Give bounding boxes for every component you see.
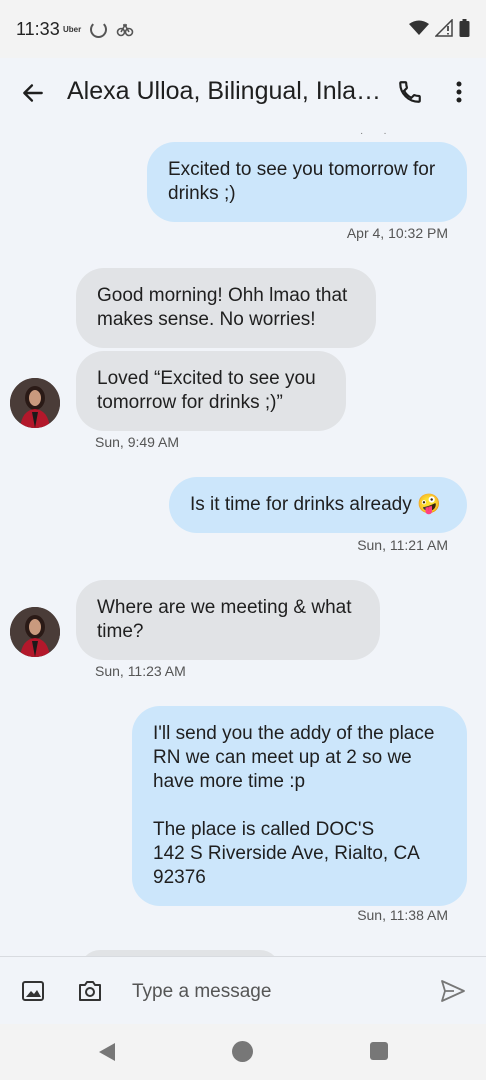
camera-icon[interactable] (77, 979, 103, 1003)
gallery-icon[interactable] (21, 979, 45, 1003)
status-bar: 11:33 Uber (0, 0, 486, 58)
uber-notification-icon: Uber (63, 25, 82, 34)
status-icons (409, 19, 470, 37)
conversation-header: Alexa Ulloa, Bilingual, Inla… (0, 58, 486, 128)
message-bubble-incoming[interactable]: Good morning! Ohh lmao that makes sense.… (76, 268, 376, 348)
contact-avatar[interactable] (10, 607, 60, 657)
nav-back-icon[interactable] (97, 1041, 117, 1063)
message-timestamp: Sun, 11:23 AM (95, 663, 186, 679)
message-timestamp: Sun, 9:49 AM (95, 434, 180, 450)
contact-avatar[interactable] (10, 378, 60, 428)
message-timestamp: Sun, 11:21 AM (357, 537, 448, 553)
system-nav-bar (0, 1024, 486, 1080)
loading-icon (90, 21, 107, 38)
message-timestamp: Sun, 11:38 AM (357, 907, 448, 923)
battery-icon (459, 19, 470, 37)
message-list[interactable]: ·· Excited to see you tomorrow for drink… (0, 128, 486, 956)
back-arrow-icon[interactable] (20, 80, 46, 106)
more-vert-icon[interactable] (448, 79, 470, 105)
message-input[interactable] (132, 977, 412, 1007)
scroll-indicator: ·· (360, 128, 407, 139)
wifi-icon (409, 20, 429, 35)
send-icon[interactable] (440, 979, 466, 1003)
status-time: 11:33 (16, 19, 60, 39)
message-timestamp: Apr 4, 10:32 PM (346, 225, 448, 241)
message-bubble-incoming[interactable]: Loved “Excited to see you tomorrow for d… (76, 351, 346, 431)
message-bubble-outgoing[interactable]: Excited to see you tomorrow for drinks ;… (147, 142, 467, 222)
conversation-title[interactable]: Alexa Ulloa, Bilingual, Inla… (67, 77, 383, 106)
compose-bar (0, 956, 486, 1024)
nav-home-icon[interactable] (232, 1041, 253, 1062)
bike-icon (116, 23, 134, 37)
nav-recents-icon[interactable] (370, 1042, 388, 1060)
message-bubble-outgoing[interactable]: I'll send you the addy of the place RN w… (132, 706, 467, 906)
message-bubble-outgoing[interactable]: Is it time for drinks already 🤪 (169, 477, 467, 533)
message-bubble-incoming[interactable]: Where are we meeting & what time? (76, 580, 380, 660)
signal-icon (435, 19, 453, 37)
phone-icon[interactable] (397, 79, 423, 105)
